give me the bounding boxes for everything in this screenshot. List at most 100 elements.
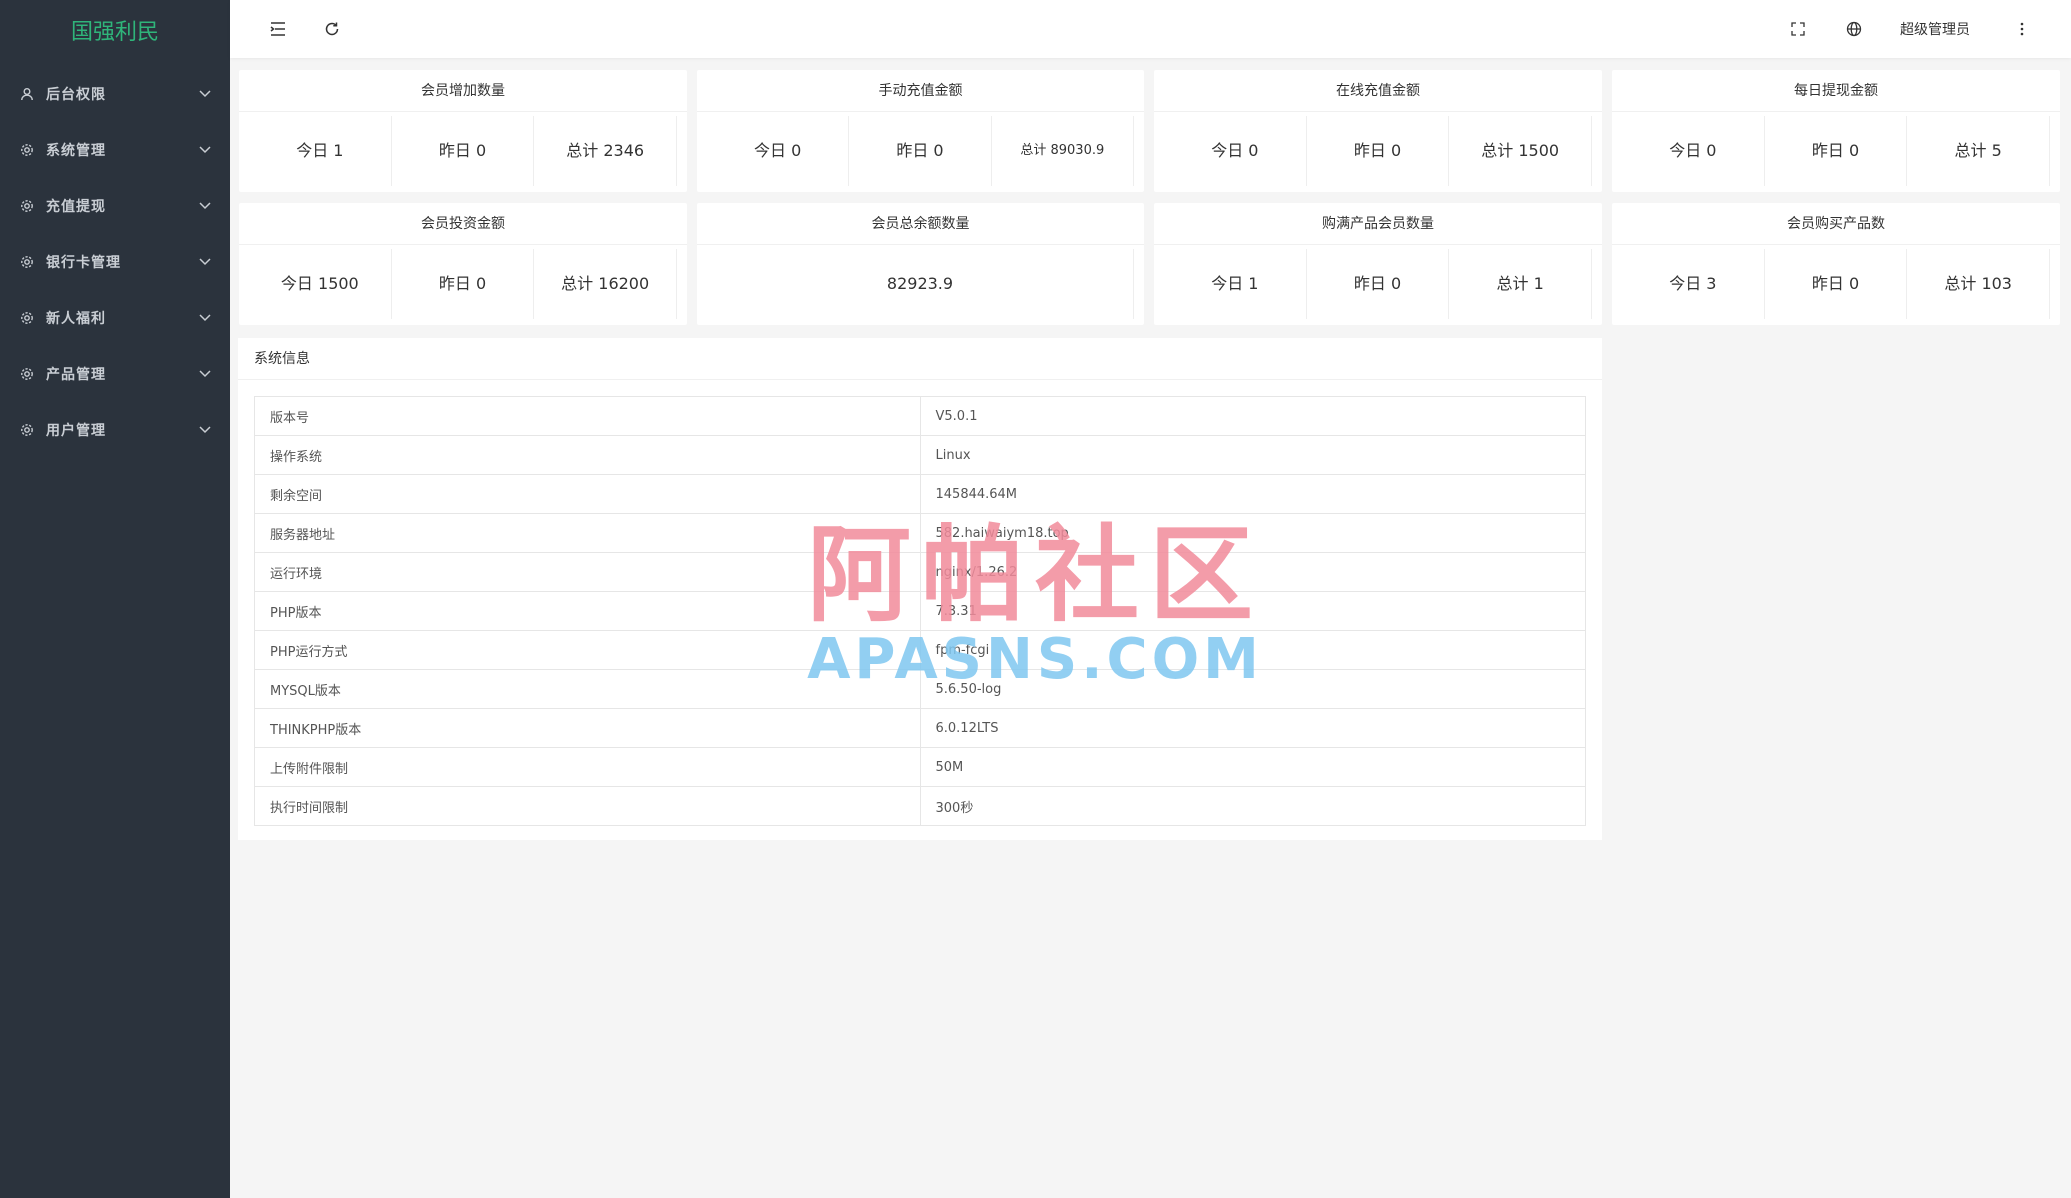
info-value: 6.0.12LTS [919,708,1586,748]
refresh-icon [325,22,339,36]
info-value: nginx/1.26.2 [919,552,1586,592]
stat-card-manual-recharge: 手动充值金额 今日 0 昨日 0 总计 89030.9 [697,70,1144,192]
info-value: 50M [919,747,1586,787]
sidebar-item-label: 系统管理 [46,143,106,159]
info-key: MYSQL版本 [254,669,921,709]
stat-card-online-recharge: 在线充值金额 今日 0 昨日 0 总计 1500 [1154,70,1602,192]
stat-total: 总计 5 [1907,116,2051,186]
card-title: 手动充值金额 [697,70,1144,112]
stat-total: 总计 1500 [1449,116,1593,186]
table-row: 执行时间限制 300秒 [254,786,1586,826]
sidebar-item-label: 银行卡管理 [46,255,121,271]
table-row: 运行环境 nginx/1.26.2 [254,552,1586,592]
info-key: 运行环境 [254,552,921,592]
stat-yesterday: 昨日 0 [1765,116,1908,186]
info-value: 582.haiwaiym18.top [919,513,1586,553]
info-value: 145844.64M [919,474,1586,514]
info-value: 300秒 [919,786,1586,826]
menu-toggle-button[interactable] [266,17,290,41]
stat-today: 今日 0 [707,116,850,186]
info-value: fpm-fcgi [919,630,1586,670]
chevron-down-icon [198,255,212,269]
table-row: MYSQL版本 5.6.50-log [254,669,1586,709]
card-title: 在线充值金额 [1154,70,1602,112]
stat-today: 今日 0 [1622,116,1765,186]
current-user[interactable]: 超级管理员 [1900,19,1970,39]
chevron-down-icon [198,87,212,101]
fullscreen-button[interactable] [1786,17,1810,41]
stat-total: 总计 2346 [534,116,678,186]
table-row: PHP版本 7.3.31 [254,591,1586,631]
stat-today: 今日 1 [1164,249,1307,319]
stat-total: 总计 103 [1907,249,2051,319]
gear-icon [18,253,36,271]
sidebar-item-admin-permissions[interactable]: 后台权限 [0,66,230,122]
gear-icon [18,309,36,327]
info-key: 上传附件限制 [254,747,921,787]
stat-card-member-growth: 会员增加数量 今日 1 昨日 0 总计 2346 [239,70,687,192]
info-key: PHP版本 [254,591,921,631]
stat-total: 总计 89030.9 [992,116,1134,186]
sidebar-item-recharge-withdraw[interactable]: 充值提现 [0,178,230,234]
user-icon [18,85,36,103]
top-bar: 超级管理员 [230,0,2071,58]
table-row: 剩余空间 145844.64M [254,474,1586,514]
language-button[interactable] [1842,17,1866,41]
sidebar-item-newcomer-benefits[interactable]: 新人福利 [0,290,230,346]
stat-total: 总计 16200 [534,249,678,319]
stat-total: 总计 1 [1449,249,1593,319]
stat-total: 82923.9 [707,249,1134,319]
table-row: 上传附件限制 50M [254,747,1586,787]
info-key: 操作系统 [254,435,921,475]
sidebar-item-label: 后台权限 [46,87,106,103]
stat-yesterday: 昨日 0 [392,116,535,186]
system-info-table: 版本号 V5.0.1 操作系统 Linux 剩余空间 145844.64M 服务器地址… [254,396,1586,826]
sidebar: 国强利民 后台权限 系统管理 充值提现 银行卡管理 新人福利 产品管理 用户管理 [0,0,230,1198]
chevron-down-icon [198,199,212,213]
sidebar-item-system-management[interactable]: 系统管理 [0,122,230,178]
card-title: 会员购买产品数 [1612,203,2060,245]
info-key: 剩余空间 [254,474,921,514]
chevron-down-icon [198,367,212,381]
chevron-down-icon [198,423,212,437]
stat-yesterday: 昨日 0 [1307,116,1450,186]
refresh-button[interactable] [320,17,344,41]
info-value: V5.0.1 [919,396,1586,436]
table-row: PHP运行方式 fpm-fcgi [254,630,1586,670]
app-logo[interactable]: 国强利民 [0,0,230,66]
more-menu-button[interactable] [2010,17,2034,41]
info-key: 服务器地址 [254,513,921,553]
gear-icon [18,365,36,383]
globe-icon [1846,21,1862,37]
card-title: 会员增加数量 [239,70,687,112]
table-row: 版本号 V5.0.1 [254,396,1586,436]
more-vertical-icon [2020,22,2024,36]
info-value: Linux [919,435,1586,475]
stat-card-total-balance: 会员总余额数量 82923.9 [697,203,1144,325]
table-row: THINKPHP版本 6.0.12LTS [254,708,1586,748]
info-key: PHP运行方式 [254,630,921,670]
stat-today: 今日 3 [1622,249,1765,319]
info-key: 版本号 [254,396,921,436]
chevron-down-icon [198,143,212,157]
fullscreen-icon [1791,22,1805,36]
card-title: 会员总余额数量 [697,203,1144,245]
info-value: 5.6.50-log [919,669,1586,709]
stat-yesterday: 昨日 0 [392,249,535,319]
stat-card-daily-withdrawal: 每日提现金额 今日 0 昨日 0 总计 5 [1612,70,2060,192]
stat-card-products-purchased: 会员购买产品数 今日 3 昨日 0 总计 103 [1612,203,2060,325]
stat-today: 今日 1 [249,116,392,186]
info-value: 7.3.31 [919,591,1586,631]
table-row: 服务器地址 582.haiwaiym18.top [254,513,1586,553]
sidebar-item-user-management[interactable]: 用户管理 [0,402,230,458]
stat-today: 今日 1500 [249,249,392,319]
sidebar-item-label: 产品管理 [46,367,106,383]
menu-fold-icon [270,22,285,36]
gear-icon [18,197,36,215]
stat-card-full-purchase-members: 购满产品会员数量 今日 1 昨日 0 总计 1 [1154,203,1602,325]
sidebar-item-bank-card-management[interactable]: 银行卡管理 [0,234,230,290]
stat-yesterday: 昨日 0 [1307,249,1450,319]
sidebar-item-product-management[interactable]: 产品管理 [0,346,230,402]
card-title: 会员投资金额 [239,203,687,245]
gear-icon [18,141,36,159]
